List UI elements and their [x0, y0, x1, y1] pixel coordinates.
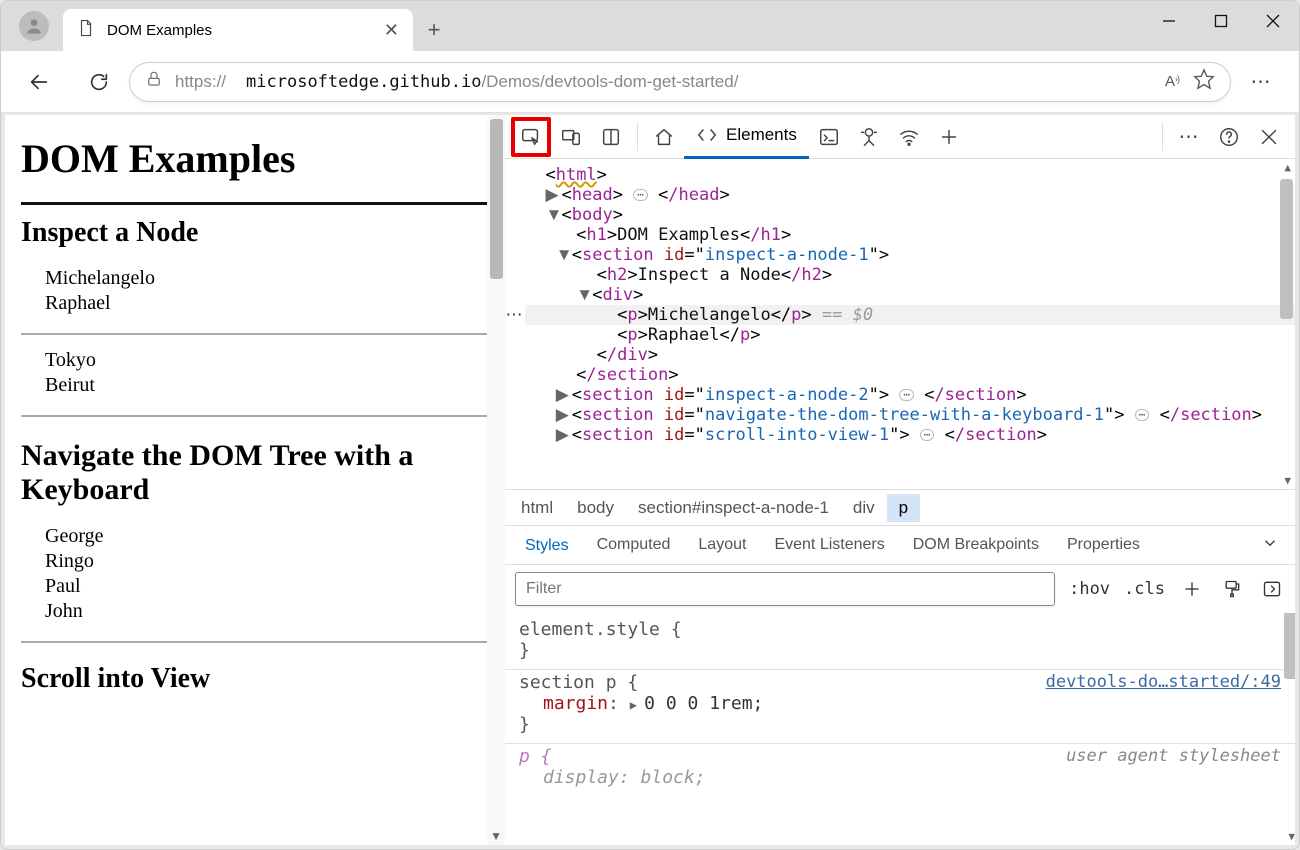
network-tab-icon[interactable] — [889, 117, 929, 157]
tab-title: DOM Examples — [107, 22, 212, 39]
scroll-down-icon[interactable]: ▼ — [1284, 474, 1291, 487]
help-button[interactable] — [1209, 117, 1249, 157]
dom-scrollbar[interactable]: ▲ ▼ — [1277, 159, 1295, 489]
dom-breakpoints-tab[interactable]: DOM Breakpoints — [899, 525, 1053, 565]
profile-avatar[interactable] — [19, 11, 49, 41]
lock-icon — [145, 70, 163, 93]
list-item: John — [45, 600, 497, 623]
refresh-button[interactable] — [79, 62, 119, 102]
close-devtools-button[interactable] — [1249, 117, 1289, 157]
css-property: display — [543, 767, 619, 788]
chevron-down-icon[interactable] — [1251, 534, 1289, 557]
hov-toggle[interactable]: :hov — [1069, 579, 1110, 599]
list-item: Raphael — [45, 292, 497, 315]
crumb-item[interactable]: html — [509, 494, 565, 522]
address-bar[interactable]: https://microsoftedge.github.io/Demos/de… — [129, 62, 1231, 102]
brace: } — [519, 714, 1281, 735]
styles-pane[interactable]: element.style { } devtools-do…started/:4… — [505, 613, 1295, 845]
crumb-item[interactable]: div — [841, 494, 887, 522]
list-item: Ringo — [45, 550, 497, 573]
scrollbar[interactable]: ▲ ▼ — [487, 115, 505, 845]
sources-tab-icon[interactable] — [849, 117, 889, 157]
computed-tab[interactable]: Computed — [583, 525, 685, 565]
menu-button[interactable]: ⋯ — [1241, 69, 1281, 94]
page-content: DOM Examples Inspect a Node Michelangelo… — [5, 115, 505, 845]
devtools-menu-button[interactable]: ⋯ — [1169, 124, 1209, 149]
layout-tab[interactable]: Layout — [684, 525, 760, 565]
browser-tab[interactable]: DOM Examples ✕ — [63, 9, 413, 51]
url-text: https://microsoftedge.github.io/Demos/de… — [175, 72, 738, 92]
styles-filter-row: :hov .cls — [505, 565, 1295, 613]
list-item: Michelangelo — [45, 267, 497, 290]
window-controls — [1143, 1, 1299, 41]
read-aloud-icon[interactable]: A›) — [1165, 68, 1179, 95]
paint-button[interactable] — [1219, 579, 1245, 599]
section-heading: Inspect a Node — [21, 217, 497, 249]
crumb-item[interactable]: body — [565, 494, 626, 522]
back-button[interactable] — [19, 62, 59, 102]
css-value: block; — [641, 767, 706, 788]
brace: } — [519, 640, 1281, 661]
tab-close-icon[interactable]: ✕ — [384, 20, 399, 41]
event-listeners-tab[interactable]: Event Listeners — [760, 525, 898, 565]
dom-tree[interactable]: <html> ▶<head> ⋯ </head> ▼<body> <h1>DOM… — [505, 159, 1295, 489]
scrollbar-thumb[interactable] — [1284, 613, 1295, 679]
list-item: Tokyo — [45, 349, 497, 372]
window-titlebar: DOM Examples ✕ + — [1, 1, 1299, 51]
css-value[interactable]: 0 0 0 1rem; — [644, 693, 763, 714]
ua-label: user agent stylesheet — [1066, 746, 1281, 766]
tab-label: Elements — [726, 125, 797, 145]
scroll-down-icon[interactable]: ▼ — [1288, 830, 1295, 843]
properties-tab[interactable]: Properties — [1053, 525, 1154, 565]
new-tab-button[interactable]: + — [413, 9, 455, 51]
list-item: George — [45, 525, 497, 548]
scroll-up-icon[interactable]: ▲ — [1284, 161, 1291, 174]
minimize-button[interactable] — [1143, 1, 1195, 41]
css-property[interactable]: margin — [543, 693, 608, 714]
cls-toggle[interactable]: .cls — [1124, 579, 1165, 599]
elements-tab[interactable]: Elements — [684, 115, 809, 159]
devtools-panel: Elements ⋯ — [505, 115, 1295, 845]
filter-input[interactable] — [515, 572, 1055, 606]
page-title: DOM Examples — [21, 135, 497, 182]
console-tab-icon[interactable] — [809, 117, 849, 157]
styles-scrollbar[interactable]: ▲ ▼ — [1281, 613, 1295, 845]
welcome-tab[interactable] — [644, 117, 684, 157]
favorite-icon[interactable] — [1193, 68, 1215, 95]
file-icon — [77, 19, 95, 41]
source-link[interactable]: devtools-do…started/:49 — [1046, 672, 1281, 692]
section-heading: Navigate the DOM Tree with a Keyboard — [21, 439, 497, 507]
scrollbar-thumb[interactable] — [490, 119, 503, 279]
crumb-item-active[interactable]: p — [887, 494, 920, 522]
styles-tab[interactable]: Styles — [511, 525, 583, 565]
dock-button[interactable] — [591, 117, 631, 157]
styles-tabbar: Styles Computed Layout Event Listeners D… — [505, 525, 1295, 565]
device-toggle-button[interactable] — [551, 117, 591, 157]
list-item: Paul — [45, 575, 497, 598]
more-tabs-button[interactable] — [929, 117, 969, 157]
list-item: Beirut — [45, 374, 497, 397]
maximize-button[interactable] — [1195, 1, 1247, 41]
style-rule: element.style { — [519, 619, 1281, 640]
new-style-button[interactable] — [1179, 579, 1205, 599]
scrollbar-thumb[interactable] — [1280, 179, 1293, 319]
close-button[interactable] — [1247, 1, 1299, 41]
devtools-tabbar: Elements ⋯ — [505, 115, 1295, 159]
inspect-element-button[interactable] — [511, 117, 551, 157]
toggle-common-button[interactable] — [1259, 579, 1285, 599]
crumb-item[interactable]: section#inspect-a-node-1 — [626, 494, 841, 522]
section-heading: Scroll into View — [21, 663, 497, 695]
breadcrumb[interactable]: html body section#inspect-a-node-1 div p — [505, 489, 1295, 525]
toolbar: https://microsoftedge.github.io/Demos/de… — [1, 51, 1299, 113]
scroll-down-icon[interactable]: ▼ — [490, 829, 502, 843]
